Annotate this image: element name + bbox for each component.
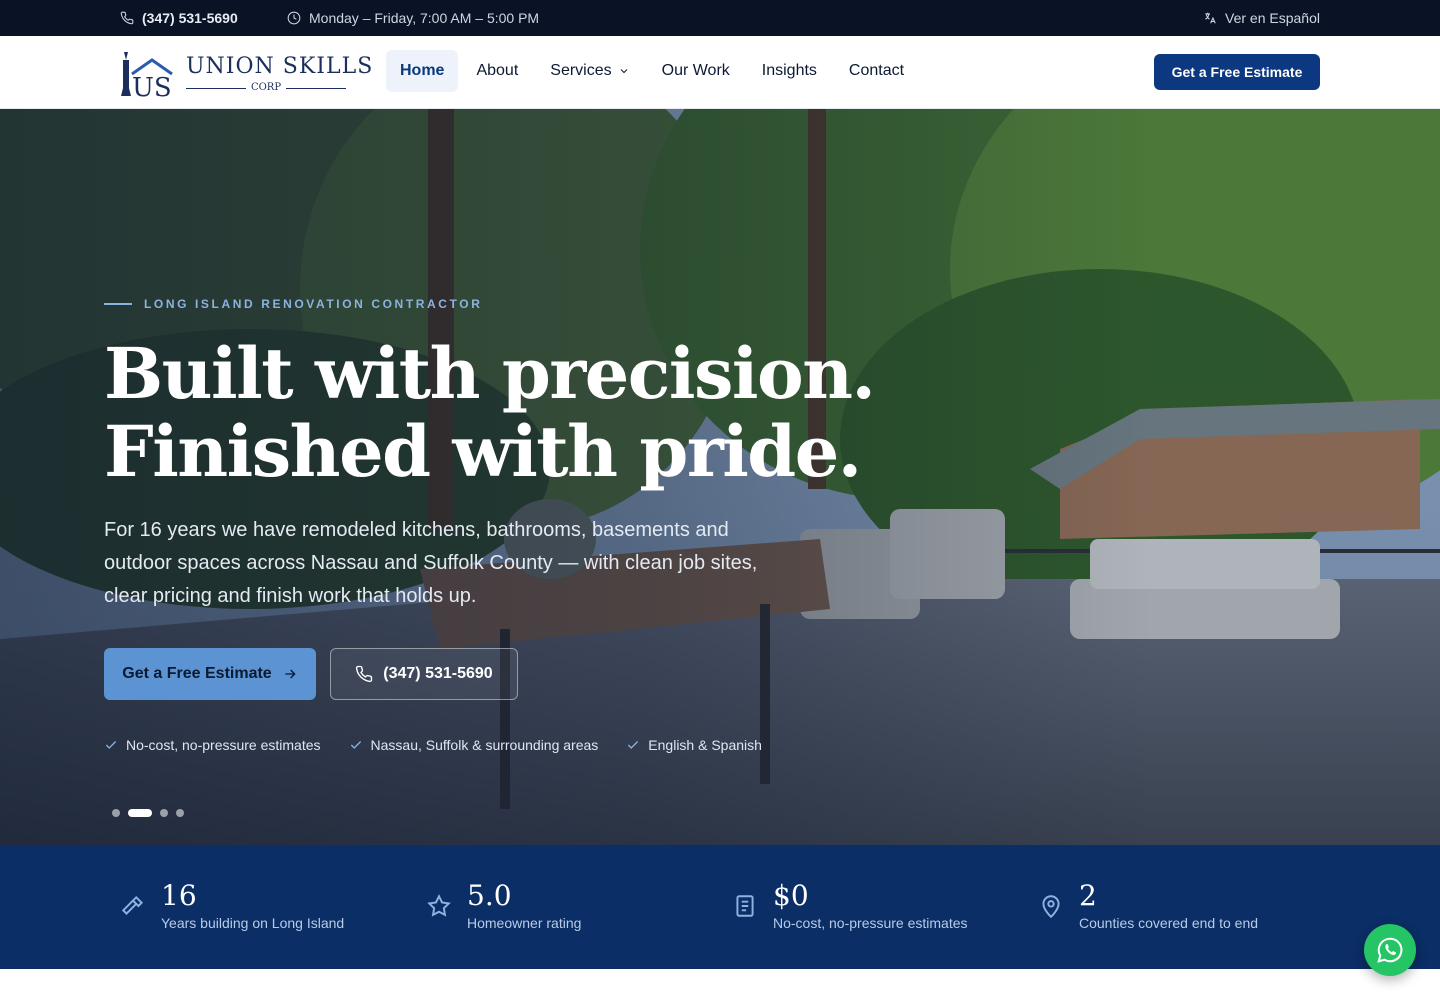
phone-icon: [356, 665, 373, 683]
language-switch-link[interactable]: Ver en Español: [1203, 0, 1320, 36]
check-icon: [628, 741, 639, 749]
hero-benefits-list: No-cost, no-pressure estimates Nassau, S…: [104, 737, 762, 753]
benefit-text: Nassau, Suffolk & surrounding areas: [370, 737, 599, 753]
clock-icon: [287, 11, 301, 25]
whatsapp-chat-button[interactable]: [1364, 924, 1416, 976]
hero-free-estimate-button[interactable]: Get a Free Estimate: [104, 648, 316, 700]
stat-label: Counties covered end to end: [1079, 915, 1259, 931]
hero-call-label: (347) 531-5690: [383, 665, 493, 682]
arrow-right-icon: [285, 669, 296, 679]
hammer-icon: [120, 893, 146, 919]
stat-value: 5.0: [467, 879, 512, 912]
brand-name-skills: SKILLS: [282, 54, 374, 79]
hero-section: LONG ISLAND RENOVATION CONTRACTOR Built …: [0, 109, 1440, 845]
nav-item-label: Services: [550, 62, 612, 79]
map-pin-icon: [1038, 893, 1064, 919]
check-icon: [350, 741, 361, 749]
whatsapp-icon: [1377, 937, 1403, 963]
benefit-item: English & Spanish: [626, 737, 762, 753]
carousel-dot-3[interactable]: [160, 809, 168, 817]
nav-item-label: Our Work: [661, 62, 730, 79]
benefit-text: No-cost, no-pressure estimates: [126, 737, 321, 753]
hero-free-estimate-label: Get a Free Estimate: [122, 665, 272, 682]
translate-icon: [1205, 12, 1216, 24]
nav-item-our-work[interactable]: Our Work: [648, 50, 744, 92]
stat-value: 16: [161, 879, 197, 912]
check-icon: [105, 741, 117, 749]
nav-item-label: Insights: [761, 62, 817, 79]
header-free-estimate-button[interactable]: Get a Free Estimate: [1154, 54, 1320, 90]
topbar-hours: Monday – Friday, 7:00 AM – 5:00 PM: [287, 0, 539, 36]
nav-item-home[interactable]: Home: [386, 50, 459, 92]
carousel-dot-1[interactable]: [112, 809, 120, 817]
statue-of-liberty-logo-icon: US: [121, 52, 173, 98]
stat-value: 2: [1079, 879, 1097, 912]
next-section-edge: [0, 969, 1440, 1000]
phone-icon: [120, 11, 134, 25]
nav-item-contact[interactable]: Contact: [835, 50, 918, 92]
main-navigation: Home About Services Our Work Insights Co…: [386, 50, 922, 92]
hero-eyebrow-text: LONG ISLAND RENOVATION CONTRACTOR: [144, 297, 483, 311]
topbar-phone-text: (347) 531-5690: [142, 10, 238, 26]
carousel-dot-4[interactable]: [176, 809, 184, 817]
topbar-hours-text: Monday – Friday, 7:00 AM – 5:00 PM: [309, 10, 540, 26]
topbar-phone-link[interactable]: (347) 531-5690: [120, 0, 238, 36]
nav-item-services[interactable]: Services: [536, 50, 643, 92]
hero-headline: Built with precision. Finished with prid…: [104, 332, 876, 493]
brand-name-union: UNION: [186, 54, 275, 79]
hero-headline-line-1: Built with precision.: [104, 332, 876, 415]
language-switch-text: Ver en Español: [1225, 10, 1320, 26]
hero-subcopy: For 16 years we have remodeled kitchens,…: [104, 519, 758, 607]
svg-text:US: US: [132, 73, 172, 98]
benefit-item: Nassau, Suffolk & surrounding areas: [349, 737, 599, 753]
benefit-item: No-cost, no-pressure estimates: [104, 737, 321, 753]
site-header: US UNION SKILLS CORP Home About Services…: [0, 36, 1440, 109]
nav-item-label: Home: [400, 62, 445, 79]
hero-eyebrow: LONG ISLAND RENOVATION CONTRACTOR: [104, 297, 482, 311]
nav-item-label: Contact: [848, 62, 905, 79]
hero-headline-line-2: Finished with pride.: [104, 410, 862, 493]
stat-label: No-cost, no-pressure estimates: [773, 915, 968, 931]
eyebrow-rule: [104, 303, 132, 305]
benefit-text: English & Spanish: [648, 737, 762, 753]
hero-call-button[interactable]: (347) 531-5690: [330, 648, 518, 700]
clipboard-icon: [732, 893, 758, 919]
chevron-down-icon: [620, 69, 627, 74]
nav-item-about[interactable]: About: [462, 50, 532, 92]
carousel-pagination: [112, 809, 184, 817]
stat-value: $0: [773, 879, 809, 912]
brand-logo[interactable]: US UNION SKILLS CORP: [118, 46, 372, 100]
stat-label: Years building on Long Island: [161, 915, 345, 931]
carousel-dot-2[interactable]: [128, 809, 152, 817]
stats-band: 16 Years building on Long Island 5.0 Hom…: [0, 845, 1440, 969]
star-icon: [426, 893, 452, 919]
stat-label: Homeowner rating: [467, 915, 582, 931]
nav-item-label: About: [476, 62, 519, 79]
top-utility-bar: (347) 531-5690 Monday – Friday, 7:00 AM …: [0, 0, 1440, 36]
brand-wordmark: UNION SKILLS: [186, 54, 373, 79]
nav-item-insights[interactable]: Insights: [748, 50, 831, 92]
brand-suffix: CORP: [186, 82, 346, 94]
